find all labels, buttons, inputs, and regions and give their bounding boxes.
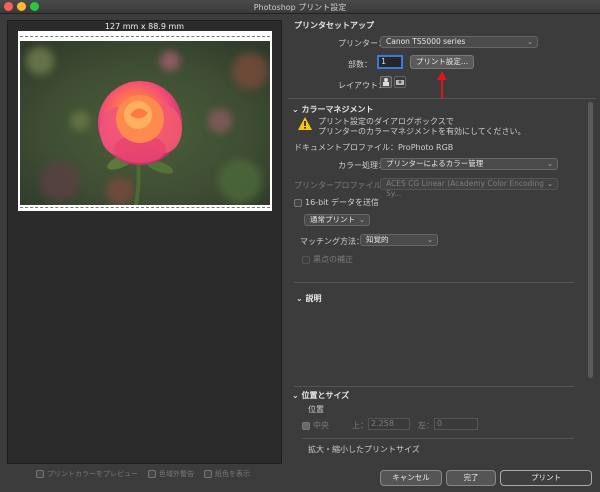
landscape-icon [396,80,404,85]
printer-setup-heading: プリンタセットアップ [294,21,374,30]
color-management-heading[interactable]: ⌄ カラーマネジメント [292,104,374,115]
margin-line-bottom [20,207,270,208]
title-bar: Photoshop プリント設定 [0,0,600,14]
print-preview: 127 mm x 88.9 mm [7,20,282,464]
printer-profile-label: プリンタープロファイル： [294,181,390,190]
checkbox[interactable] [302,421,310,430]
chevron-down-icon: ⌄ [292,105,302,114]
printer-label: プリンター： [338,39,386,48]
settings-panel: プリンタセットアップ プリンター： Canon TS5000 series ⌄ 部… [288,14,596,462]
annotation-arrow-icon [437,71,447,99]
description-heading[interactable]: ⌄ 説明 [296,293,322,304]
position-size-heading[interactable]: ⌄ 位置とサイズ [292,390,349,401]
print-button[interactable]: プリント [500,470,592,486]
divider [302,438,574,439]
gamut-warning-option[interactable]: 色域外警告 [148,469,194,479]
printer-select[interactable]: Canon TS5000 series ⌄ [380,36,538,48]
chevron-down-icon: ⌄ [359,216,365,224]
portrait-layout-button[interactable] [380,76,392,88]
panel-scrollbar[interactable] [588,102,593,378]
chevron-down-icon: ⌄ [427,236,433,244]
left-input[interactable]: 0 [434,418,478,430]
preview-photo [20,41,270,205]
done-button[interactable]: 完了 [446,470,496,486]
checkbox[interactable] [148,470,156,478]
copies-input[interactable]: 1 [378,56,402,68]
preview-print-colors-option[interactable]: プリントカラーをプレビュー [36,469,138,479]
chevron-down-icon: ⌄ [527,38,533,46]
chevron-down-icon: ⌄ [292,391,302,400]
left-label: 左： [418,421,434,430]
landscape-layout-button[interactable] [394,76,406,88]
show-paper-white-option[interactable]: 紙色を表示 [204,469,250,479]
position-label: 位置 [308,405,324,414]
preview-options: プリントカラーをプレビュー 色域外警告 紙色を表示 [36,469,250,479]
cancel-button[interactable]: キャンセル [380,470,442,486]
scaled-print-size-label: 拡大・縮小したプリントサイズ [308,445,420,454]
rendering-intent-label: マッチング方法： [300,237,364,246]
rose-image [20,41,270,205]
printer-profile-select[interactable]: ACES CG Linear (Academy Color Encoding S… [380,178,558,198]
document-profile: ドキュメントプロファイル：ProPhoto RGB [294,143,454,152]
center-option[interactable]: 中央 [302,420,329,431]
color-handling-label: カラー処理： [338,161,386,170]
chevron-down-icon: ⌄ [547,180,553,188]
top-label: 上： [352,421,368,430]
copies-label: 部数： [348,60,372,69]
rendering-intent-select[interactable]: 知覚的 ⌄ [360,234,438,246]
margin-line-top [20,36,270,37]
send-16bit-option[interactable]: 16-bit データを送信 [294,197,379,208]
preview-dimensions: 127 mm x 88.9 mm [104,22,185,31]
warning-icon [298,117,312,130]
checkbox[interactable] [294,198,302,207]
top-input[interactable]: 2.258 [368,418,410,430]
black-point-option[interactable]: 黒点の補正 [302,254,353,265]
print-mode-select[interactable]: 通常プリント ⌄ [304,214,370,226]
checkbox[interactable] [204,470,212,478]
portrait-icon [383,78,389,86]
chevron-down-icon: ⌄ [296,294,306,303]
window-title: Photoshop プリント設定 [253,3,347,12]
checkbox[interactable] [302,255,310,264]
print-settings-button[interactable]: プリント設定... [410,55,474,69]
preview-paper [18,31,272,211]
divider [294,282,574,283]
checkbox[interactable] [36,470,44,478]
chevron-down-icon: ⌄ [547,160,553,168]
layout-label: レイアウト： [338,81,386,90]
divider [288,98,596,99]
warning-line-2: プリンターのカラーマネジメントを有効にしてください。 [318,127,526,136]
color-handling-select[interactable]: プリンターによるカラー管理 ⌄ [380,158,558,170]
divider [294,386,574,387]
